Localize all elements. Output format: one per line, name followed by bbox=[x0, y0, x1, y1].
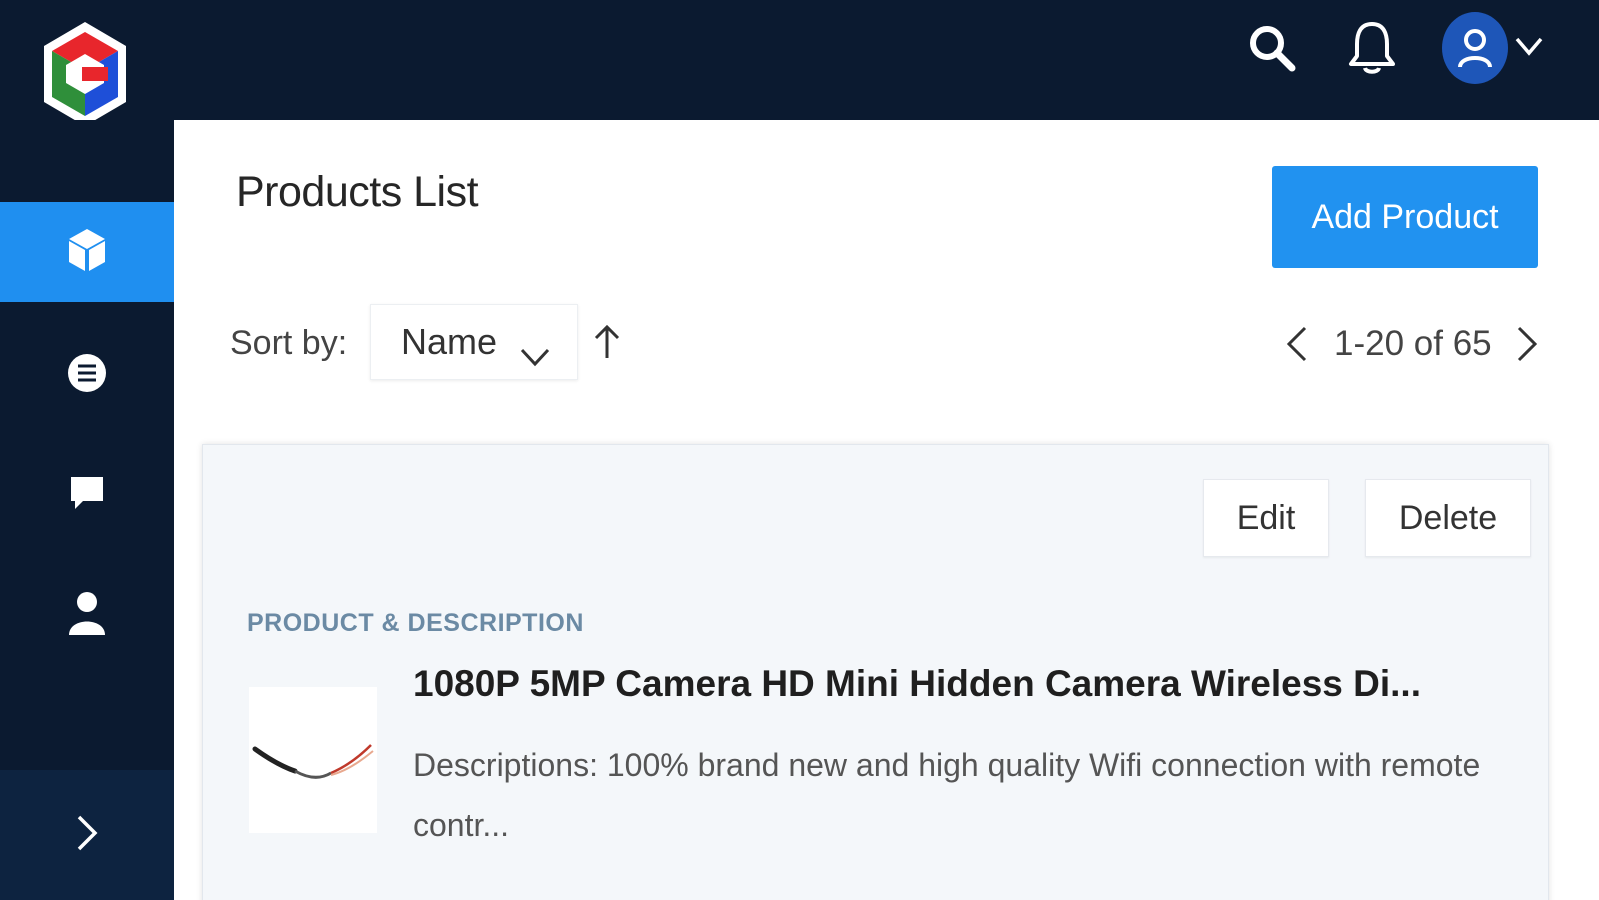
edit-button[interactable]: Edit bbox=[1203, 479, 1329, 557]
page-title: Products List bbox=[236, 168, 479, 216]
chevron-down-icon[interactable] bbox=[1514, 34, 1544, 63]
cube-icon bbox=[66, 227, 108, 278]
sort-direction-arrow-up-icon[interactable] bbox=[592, 322, 622, 367]
product-card: Edit Delete PRODUCT & DESCRIPTION 1080P … bbox=[202, 444, 1549, 900]
sidebar-item-orders[interactable] bbox=[0, 325, 174, 425]
sort-selected-value: Name bbox=[401, 321, 498, 362]
sidebar-item-products[interactable] bbox=[0, 202, 174, 302]
sidebar-expand-button[interactable] bbox=[0, 770, 174, 900]
sort-label: Sort by: bbox=[230, 324, 348, 362]
chat-icon bbox=[67, 473, 107, 518]
product-thumbnail[interactable] bbox=[249, 687, 377, 833]
add-product-button[interactable]: Add Product bbox=[1272, 166, 1538, 268]
sort-select[interactable]: Name bbox=[370, 304, 578, 380]
chevron-right-icon bbox=[74, 813, 100, 858]
sidebar bbox=[0, 120, 174, 900]
user-icon[interactable] bbox=[1442, 12, 1508, 84]
list-icon bbox=[67, 353, 107, 398]
product-description: Descriptions: 100% brand new and high qu… bbox=[413, 747, 1481, 843]
user-menu[interactable] bbox=[1442, 12, 1544, 84]
product-name[interactable]: 1080P 5MP Camera HD Mini Hidden Camera W… bbox=[413, 663, 1421, 705]
sidebar-item-messages[interactable] bbox=[0, 445, 174, 545]
app-logo[interactable] bbox=[40, 20, 130, 130]
chevron-right-icon[interactable] bbox=[1514, 324, 1540, 369]
sidebar-item-users[interactable] bbox=[0, 565, 174, 665]
user-icon bbox=[67, 590, 107, 641]
bell-icon[interactable] bbox=[1342, 18, 1402, 78]
search-icon[interactable] bbox=[1242, 18, 1302, 78]
main-content: Products List Add Product Sort by: Name … bbox=[174, 120, 1599, 900]
column-header: PRODUCT & DESCRIPTION bbox=[247, 609, 584, 637]
chevron-down-icon bbox=[519, 335, 551, 377]
pagination-text: 1-20 of 65 bbox=[1334, 324, 1492, 363]
top-bar bbox=[0, 0, 1599, 126]
chevron-left-icon[interactable] bbox=[1284, 324, 1310, 369]
delete-button[interactable]: Delete bbox=[1365, 479, 1531, 557]
